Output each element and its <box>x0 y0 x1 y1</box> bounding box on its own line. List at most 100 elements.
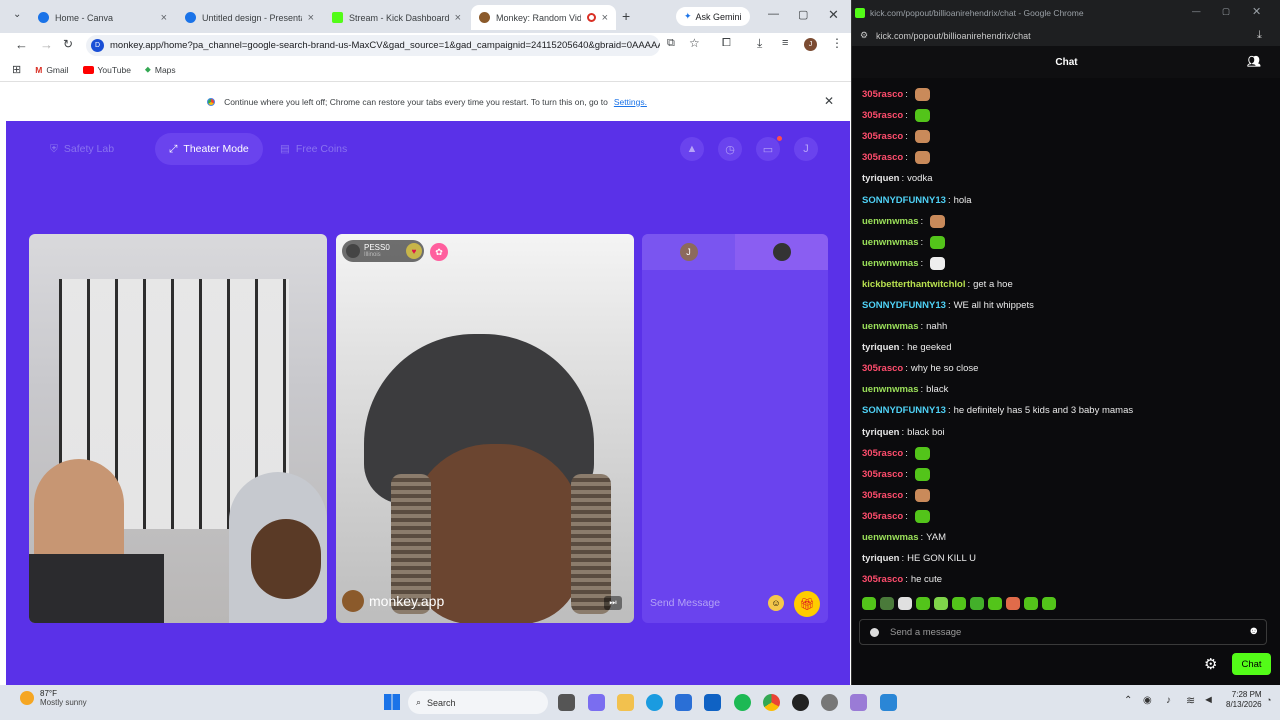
emoji-icon[interactable]: ☺ <box>768 595 784 611</box>
chat-username[interactable]: uenwnwmas <box>862 321 919 332</box>
chat-username[interactable]: SONNYDFUNNY13 <box>862 405 946 416</box>
settings-icon[interactable] <box>821 694 838 711</box>
media-icon[interactable]: ≡ <box>782 37 788 49</box>
chat-username[interactable]: tyriquen <box>862 342 899 353</box>
emote-icon[interactable] <box>1024 597 1038 610</box>
profile-avatar[interactable]: J <box>804 38 817 51</box>
bookmark-youtube[interactable]: YouTube <box>82 65 131 75</box>
gift-badge-icon[interactable]: ✿ <box>430 243 448 261</box>
heart-icon[interactable]: ♥ <box>406 243 422 259</box>
tab-untitled-design[interactable]: Untitled design - Presentatio × <box>177 5 322 30</box>
start-windows-icon[interactable] <box>384 694 400 710</box>
apps-grid-icon[interactable]: ⊞ <box>12 63 21 76</box>
close-infobar-icon[interactable]: ✕ <box>824 94 834 108</box>
close-icon[interactable]: × <box>455 12 461 24</box>
messages-icon[interactable]: ▭ <box>756 137 780 161</box>
volume-icon[interactable]: ◄ <box>1203 694 1214 706</box>
free-coins-button[interactable]: ▤ Free Coins <box>266 133 361 165</box>
site-info-icon[interactable]: D <box>91 39 104 52</box>
close-icon[interactable]: × <box>602 12 608 24</box>
tab-list-icon[interactable]: ⌄ <box>13 9 21 20</box>
chat-username[interactable]: tyriquen <box>862 173 899 184</box>
chat-username[interactable]: 305rasco <box>862 574 903 585</box>
chat-username[interactable]: 305rasco <box>862 131 903 142</box>
chat-username[interactable]: SONNYDFUNNY13 <box>862 300 946 311</box>
reload-icon[interactable]: ↻ <box>63 37 73 51</box>
chat-username[interactable]: uenwnwmas <box>862 216 919 227</box>
users-icon[interactable]: 👥︎ <box>1247 55 1261 68</box>
avatar[interactable]: J <box>794 137 818 161</box>
settings-gear-icon[interactable]: ⚙ <box>1204 655 1217 673</box>
snipping-icon[interactable] <box>850 694 867 711</box>
wifi-icon[interactable]: ≋ <box>1186 694 1195 707</box>
chat-username[interactable]: 305rasco <box>862 89 903 100</box>
theater-mode-button[interactable]: ⤢ Theater Mode <box>155 133 263 165</box>
tab-kick-dashboard[interactable]: Stream - Kick Dashboard × <box>324 5 469 30</box>
clock[interactable]: 7:28 PM 8/13/2026 <box>1226 690 1262 710</box>
back-icon[interactable]: ← <box>15 37 28 52</box>
emote-icon[interactable] <box>880 597 894 610</box>
chat-username[interactable]: uenwnwmas <box>862 532 919 543</box>
install-app-icon[interactable]: ⧉ <box>667 37 675 50</box>
chat-username[interactable]: tyriquen <box>862 427 899 438</box>
chat-username[interactable]: 305rasco <box>862 363 903 374</box>
history-icon[interactable]: ◷ <box>718 137 742 161</box>
forward-icon[interactable]: → <box>40 37 53 52</box>
maximize-icon[interactable]: ▢ <box>798 8 808 21</box>
chat-username[interactable]: kickbetterthantwitchlol <box>862 279 965 290</box>
maximize-icon[interactable]: ▢ <box>1222 6 1230 17</box>
send-message-input[interactable]: Send Message ☺ 🎁︎ <box>642 583 828 623</box>
gift-icon[interactable]: 🎁︎ <box>794 591 820 617</box>
tab-monkey[interactable]: Monkey: Random Video × <box>471 5 616 30</box>
store-icon[interactable] <box>675 694 692 711</box>
file-explorer-icon[interactable] <box>558 694 575 711</box>
obs-icon[interactable] <box>792 694 809 711</box>
chat-username[interactable]: 305rasco <box>862 490 903 501</box>
chat-send-button[interactable]: Chat <box>1232 653 1271 675</box>
app-icon[interactable] <box>880 694 897 711</box>
chat-username[interactable]: 305rasco <box>862 469 903 480</box>
close-window-icon[interactable]: ✕ <box>1252 5 1261 18</box>
emote-icon[interactable] <box>1042 597 1056 610</box>
emote-icon[interactable] <box>934 597 948 610</box>
bookmark-star-icon[interactable]: ☆ <box>689 36 700 50</box>
address-bar[interactable]: ⚙ kick.com/popout/billioanirehendrix/cha… <box>852 26 1280 46</box>
skip-icon[interactable]: ⏭ <box>604 596 622 610</box>
menu-icon[interactable]: ⋮ <box>831 36 843 50</box>
copilot-icon[interactable] <box>588 694 605 711</box>
tab-canva[interactable]: Home - Canva × <box>30 5 175 30</box>
chat-username[interactable]: 305rasco <box>862 511 903 522</box>
tray-chevron-icon[interactable]: ⌃ <box>1124 695 1132 706</box>
notification-bell-icon[interactable]: ◔ <box>1266 695 1271 705</box>
chrome-icon[interactable] <box>763 694 780 711</box>
tray-app-icon[interactable]: ◉ <box>1143 695 1152 706</box>
chat-username[interactable]: uenwnwmas <box>862 258 919 269</box>
chat-username[interactable]: 305rasco <box>862 152 903 163</box>
settings-link[interactable]: Settings. <box>614 97 647 107</box>
extensions-icon[interactable]: ⧠ <box>722 37 731 50</box>
chat-username[interactable]: uenwnwmas <box>862 384 919 395</box>
chat-username[interactable]: uenwnwmas <box>862 237 919 248</box>
close-window-icon[interactable]: ✕ <box>828 7 839 23</box>
outlook-icon[interactable] <box>704 694 721 711</box>
weather-widget[interactable]: 87°F Mostly sunny <box>20 689 87 707</box>
spotify-icon[interactable] <box>734 694 751 711</box>
bookmark-maps[interactable]: ⬥ Maps <box>145 64 176 75</box>
emoji-icon[interactable]: ☻ <box>1248 625 1260 637</box>
emote-icon[interactable] <box>898 597 912 610</box>
emote-icon[interactable] <box>952 597 966 610</box>
safety-lab-button[interactable]: ⛨ Safety Lab <box>36 133 128 165</box>
emote-icon[interactable] <box>916 597 930 610</box>
bookmark-gmail[interactable]: M Gmail <box>35 65 68 75</box>
new-tab-button[interactable]: + <box>622 8 630 24</box>
folder-icon[interactable] <box>617 694 634 711</box>
edge-icon[interactable] <box>646 694 663 711</box>
shop-icon[interactable]: ▲ <box>680 137 704 161</box>
peer-info-badge[interactable]: PESS0 Illinois ♥ <box>342 240 424 262</box>
download-icon[interactable]: ⤓ <box>757 36 762 51</box>
chat-username[interactable]: 305rasco <box>862 110 903 121</box>
chat-username[interactable]: tyriquen <box>862 553 899 564</box>
taskbar-search[interactable]: ⌕ Search <box>408 691 548 714</box>
minimize-icon[interactable]: — <box>768 8 779 20</box>
emote-icon[interactable] <box>862 597 876 610</box>
